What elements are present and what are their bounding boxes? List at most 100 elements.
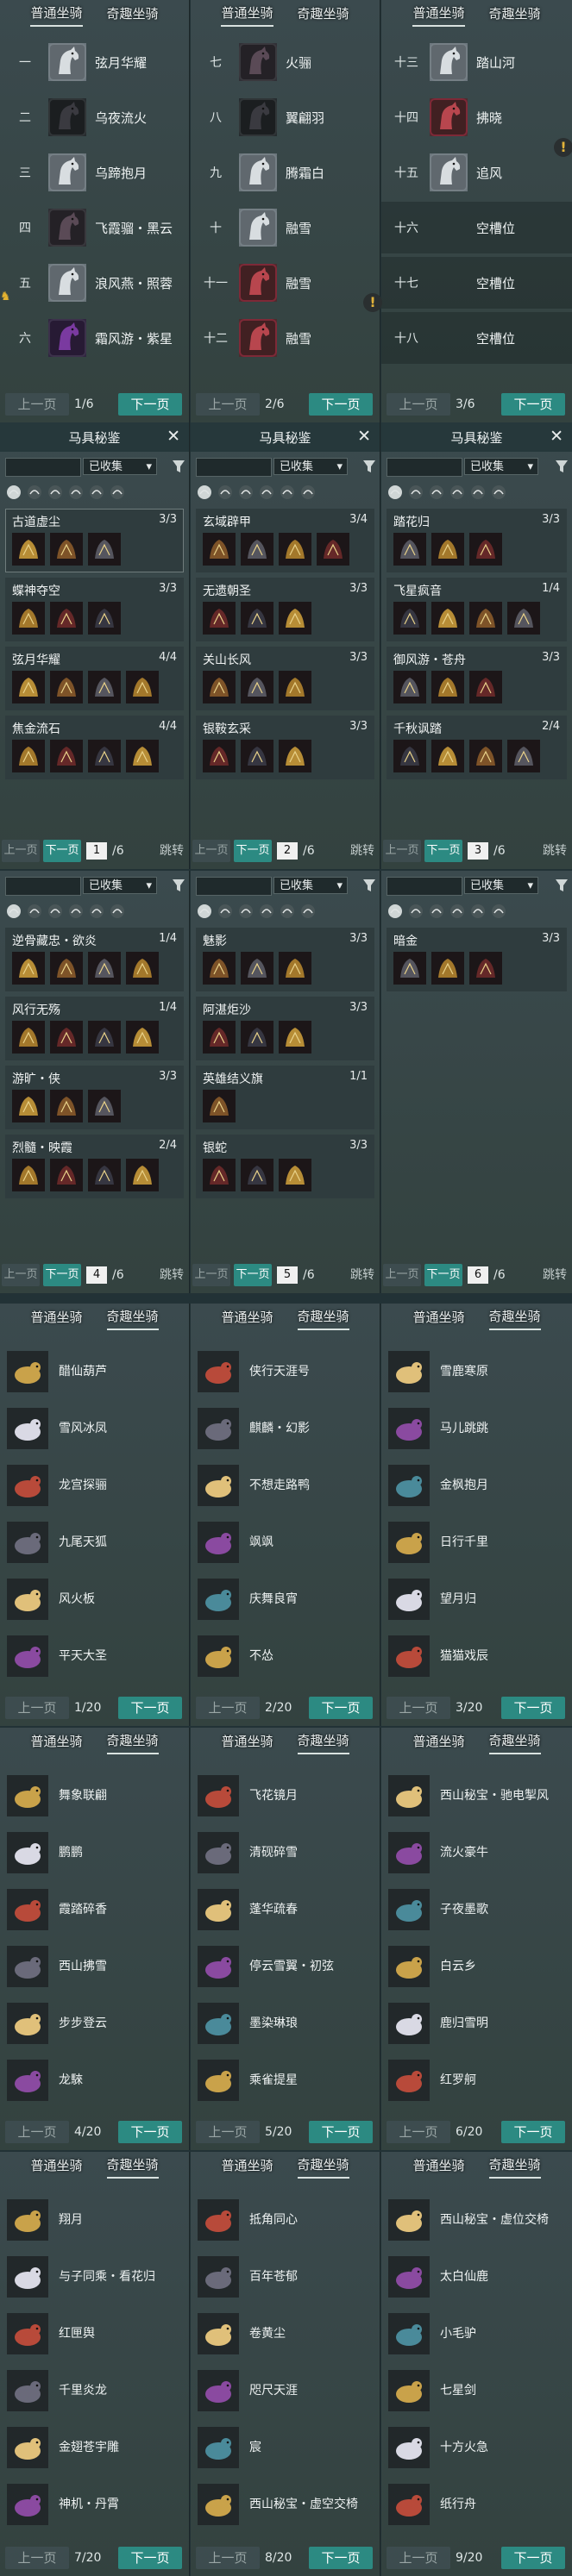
fun-mount-row[interactable]: 九尾天狐 <box>0 1516 189 1569</box>
next-page-button[interactable]: 下一页 <box>118 1697 182 1719</box>
list-view-icon[interactable] <box>217 903 234 920</box>
search-input[interactable] <box>5 458 81 477</box>
saddle-piece-icon[interactable] <box>393 602 426 635</box>
saddle-piece-icon[interactable] <box>50 602 83 635</box>
fun-mount-row[interactable]: 鹿归雪明 <box>381 1997 572 2050</box>
close-icon[interactable]: ✕ <box>167 427 180 446</box>
fun-mount-row[interactable]: 霞踏碎香 <box>0 1883 189 1936</box>
fun-mount-row[interactable]: 鹏鹏 <box>0 1826 189 1879</box>
tab-fun-mounts[interactable]: 奇趣坐骑 <box>106 1731 159 1754</box>
saddle-piece-icon[interactable] <box>431 740 464 772</box>
collected-filter-select[interactable]: 已收集 ▾ <box>464 458 538 475</box>
reins-slot-icon[interactable] <box>299 484 317 501</box>
search-input[interactable] <box>196 458 272 477</box>
list-view-icon[interactable] <box>26 903 43 920</box>
fun-mount-row[interactable]: 清砚碎雪 <box>191 1826 380 1879</box>
saddle-piece-icon[interactable] <box>50 952 83 985</box>
fun-mount-row[interactable]: 龙騋 <box>0 2054 189 2107</box>
prev-page-button[interactable]: 上一页 <box>5 1697 69 1719</box>
fun-mount-row[interactable]: 红匣舆 <box>0 2307 189 2360</box>
jump-button[interactable]: 跳转 <box>543 1264 567 1286</box>
saddle-piece-icon[interactable] <box>203 671 236 703</box>
prev-page-button[interactable]: 上一页 <box>5 2121 69 2143</box>
close-icon[interactable]: ✕ <box>550 427 563 446</box>
saddle-piece-icon[interactable] <box>88 602 121 635</box>
saddle-piece-icon[interactable] <box>507 740 540 772</box>
fun-mount-row[interactable]: 流火豪牛 <box>381 1826 572 1879</box>
saddle-set-card[interactable]: 英雄结义旗 1/1 <box>196 1066 374 1129</box>
tab-normal-mounts[interactable]: 普通坐骑 <box>30 1732 82 1754</box>
saddle-piece-icon[interactable] <box>279 602 311 635</box>
fun-mount-row[interactable]: 雪风冰凤 <box>0 1402 189 1455</box>
tab-fun-mounts[interactable]: 奇趣坐骑 <box>297 1731 349 1754</box>
list-view-icon[interactable] <box>407 903 424 920</box>
fun-mount-row[interactable]: 墨染琳琅 <box>191 1997 380 2050</box>
saddle-piece-icon[interactable] <box>126 952 159 985</box>
tab-normal-mounts[interactable]: 普通坐骑 <box>30 3 83 27</box>
next-page-button[interactable]: 下一页 <box>43 840 81 862</box>
fun-mount-row[interactable]: 麒麟・幻影 <box>191 1402 380 1455</box>
saddle-set-card[interactable]: 弦月华耀 4/4 <box>5 647 184 710</box>
fun-mount-row[interactable]: 庆舞良宵 <box>191 1572 380 1626</box>
fun-mount-row[interactable]: 西山秘宝・驰电掣风 <box>381 1769 572 1823</box>
next-page-button[interactable]: 下一页 <box>43 1264 81 1286</box>
prev-page-button[interactable]: 上一页 <box>192 1264 230 1286</box>
saddle-set-card[interactable]: 烈髓・映霞 2/4 <box>5 1135 184 1198</box>
saddle-slot-icon[interactable] <box>47 484 64 501</box>
tab-normal-mounts[interactable]: 普通坐骑 <box>221 3 273 27</box>
saddle-set-card[interactable]: 踏花归 3/3 <box>387 509 567 572</box>
next-page-button[interactable]: 下一页 <box>424 840 462 862</box>
saddle-piece-icon[interactable] <box>241 533 273 566</box>
saddle-piece-icon[interactable] <box>431 952 464 985</box>
saddle-piece-icon[interactable] <box>431 602 464 635</box>
stirrup-slot-icon[interactable] <box>449 903 466 920</box>
mount-slot-row[interactable]: 三 乌蹄抱月 <box>0 147 189 198</box>
next-page-button[interactable]: 下一页 <box>118 2121 182 2143</box>
fun-mount-row[interactable]: 马儿跳跳 <box>381 1402 572 1455</box>
filter-funnel-icon[interactable] <box>362 459 376 474</box>
stirrup-slot-icon[interactable] <box>449 484 466 501</box>
tab-normal-mounts[interactable]: 普通坐骑 <box>221 1308 273 1329</box>
fun-mount-row[interactable]: 不想走路鸭 <box>191 1459 380 1512</box>
saddle-piece-icon[interactable] <box>88 740 121 772</box>
fun-mount-row[interactable]: 日行千里 <box>381 1516 572 1569</box>
prev-page-button[interactable]: 上一页 <box>383 840 421 862</box>
saddle-piece-icon[interactable] <box>12 952 45 985</box>
saddle-set-card[interactable]: 千秋讽踏 2/4 <box>387 716 567 779</box>
fun-mount-row[interactable]: 西山秘宝・虚位交椅 <box>381 2193 572 2247</box>
tab-fun-mounts[interactable]: 奇趣坐骑 <box>298 4 349 26</box>
filter-funnel-icon[interactable] <box>555 878 569 893</box>
saddle-set-card[interactable]: 玄域辟甲 3/4 <box>196 509 374 572</box>
prev-page-button[interactable]: 上一页 <box>196 2121 260 2143</box>
saddle-piece-icon[interactable] <box>12 1159 45 1191</box>
filter-funnel-icon[interactable] <box>555 459 569 474</box>
prev-page-button[interactable]: 上一页 <box>387 2547 450 2569</box>
search-input[interactable] <box>387 877 462 896</box>
saddle-set-card[interactable]: 游旷・侠 3/3 <box>5 1066 184 1129</box>
fun-mount-row[interactable]: 龙宫探骊 <box>0 1459 189 1512</box>
fun-mount-row[interactable]: 步步登云 <box>0 1997 189 2050</box>
saddle-piece-icon[interactable] <box>50 671 83 703</box>
next-page-button[interactable]: 下一页 <box>309 2121 373 2143</box>
saddle-slot-icon[interactable] <box>237 484 255 501</box>
reins-slot-icon[interactable] <box>490 903 507 920</box>
tab-fun-mounts[interactable]: 奇趣坐骑 <box>488 2155 541 2179</box>
saddle-piece-icon[interactable] <box>126 1021 159 1054</box>
filter-funnel-icon[interactable] <box>362 878 376 893</box>
next-page-button[interactable]: 下一页 <box>501 2547 565 2569</box>
list-view-icon[interactable] <box>26 484 43 501</box>
saddle-piece-icon[interactable] <box>507 602 540 635</box>
bridle-slot-icon[interactable] <box>469 903 487 920</box>
fun-mount-row[interactable]: 醋仙葫芦 <box>0 1345 189 1398</box>
stirrup-slot-icon[interactable] <box>67 903 85 920</box>
saddle-slot-icon[interactable] <box>47 903 64 920</box>
saddle-set-card[interactable]: 阿湛炬沙 3/3 <box>196 997 374 1060</box>
prev-page-button[interactable]: 上一页 <box>5 393 69 416</box>
saddle-piece-icon[interactable] <box>279 740 311 772</box>
mount-slot-row[interactable]: 十四 拂晓 <box>381 91 572 143</box>
mount-slot-row[interactable]: 十二 融雪 <box>191 312 380 364</box>
prev-page-button[interactable]: 上一页 <box>387 393 450 416</box>
saddle-piece-icon[interactable] <box>12 740 45 772</box>
next-page-button[interactable]: 下一页 <box>234 1264 272 1286</box>
saddle-piece-icon[interactable] <box>469 952 502 985</box>
